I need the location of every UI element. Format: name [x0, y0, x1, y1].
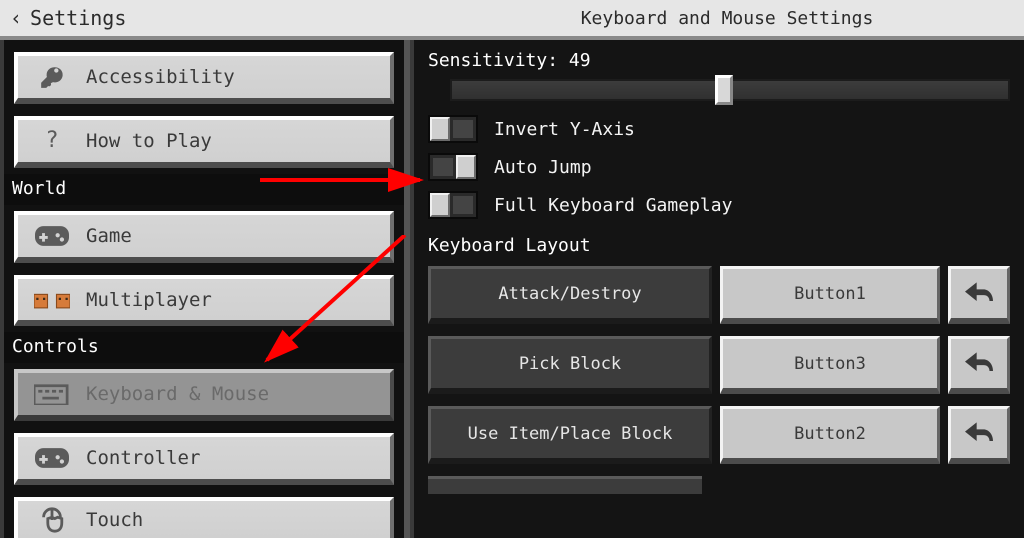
sidebar-item-accessibility[interactable]: Accessibility: [14, 52, 394, 104]
binding-key-button[interactable]: Button2: [720, 406, 940, 464]
toggle-label: Full Keyboard Gameplay: [494, 195, 732, 216]
sidebar-section-world: World: [4, 174, 404, 205]
binding-row: Attack/Destroy Button1: [428, 266, 1010, 324]
binding-action: Use Item/Place Block: [428, 406, 712, 464]
back-label: Settings: [30, 6, 126, 30]
toggle-row-invert-y: Invert Y-Axis: [428, 115, 1010, 143]
binding-key-button[interactable]: Button3: [720, 336, 940, 394]
binding-row: Pick Block Button3: [428, 336, 1010, 394]
slider-thumb[interactable]: [715, 75, 733, 105]
toggle-label: Invert Y-Axis: [494, 119, 635, 140]
toggle-row-auto-jump: Auto Jump: [428, 153, 1010, 181]
question-icon: ?: [34, 127, 70, 155]
binding-reset-button[interactable]: [948, 336, 1010, 394]
sidebar-item-label: Controller: [86, 447, 200, 469]
sidebar-item-how-to-play[interactable]: ? How to Play: [14, 116, 394, 168]
settings-sidebar: Accessibility ? How to Play World Game: [0, 40, 410, 538]
sidebar-item-controller[interactable]: Controller: [14, 433, 394, 485]
binding-row: Use Item/Place Block Button2: [428, 406, 1010, 464]
sidebar-item-label: How to Play: [86, 130, 212, 152]
sidebar-item-label: Accessibility: [86, 66, 235, 88]
keyboard-layout-header: Keyboard Layout: [428, 235, 1010, 256]
touch-icon: [34, 506, 70, 534]
back-button[interactable]: ‹ Settings: [0, 6, 126, 30]
sensitivity-label: Sensitivity: 49: [428, 50, 1010, 71]
toggle-row-full-keyboard: Full Keyboard Gameplay: [428, 191, 1010, 219]
binding-action: Attack/Destroy: [428, 266, 712, 324]
toggle-full-keyboard-gameplay[interactable]: [428, 191, 478, 219]
sidebar-item-label: Game: [86, 225, 132, 247]
binding-action: Pick Block: [428, 336, 712, 394]
undo-icon: [965, 282, 993, 306]
chevron-left-icon: ‹: [10, 6, 22, 30]
sidebar-item-multiplayer[interactable]: Multiplayer: [14, 275, 394, 327]
main-layout: Accessibility ? How to Play World Game: [0, 40, 1024, 538]
binding-reset-button[interactable]: [948, 406, 1010, 464]
page-title: Keyboard and Mouse Settings: [430, 8, 1024, 29]
toggle-label: Auto Jump: [494, 157, 592, 178]
undo-icon: [965, 422, 993, 446]
sidebar-item-game[interactable]: Game: [14, 211, 394, 263]
titlebar: ‹ Settings Keyboard and Mouse Settings: [0, 0, 1024, 40]
sensitivity-slider[interactable]: [450, 79, 1010, 101]
undo-icon: [965, 352, 993, 376]
binding-reset-button[interactable]: [948, 266, 1010, 324]
settings-panel: Sensitivity: 49 Invert Y-Axis Auto Jump …: [410, 40, 1024, 538]
keyboard-icon: [34, 380, 70, 408]
sidebar-section-controls: Controls: [4, 332, 404, 363]
multiplayer-icon: [34, 286, 70, 314]
binding-action: [428, 476, 702, 494]
binding-row-partial: [428, 476, 1010, 494]
sidebar-item-label: Keyboard & Mouse: [86, 383, 269, 405]
sidebar-item-label: Multiplayer: [86, 289, 212, 311]
sidebar-item-touch[interactable]: Touch: [14, 497, 394, 538]
gamepad-icon: [34, 222, 70, 250]
sidebar-item-label: Touch: [86, 509, 143, 531]
gamepad-icon: [34, 444, 70, 472]
toggle-auto-jump[interactable]: [428, 153, 478, 181]
sidebar-item-keyboard-mouse[interactable]: Keyboard & Mouse: [14, 369, 394, 421]
binding-key-button[interactable]: Button1: [720, 266, 940, 324]
toggle-invert-y-axis[interactable]: [428, 115, 478, 143]
key-icon: [34, 63, 70, 91]
